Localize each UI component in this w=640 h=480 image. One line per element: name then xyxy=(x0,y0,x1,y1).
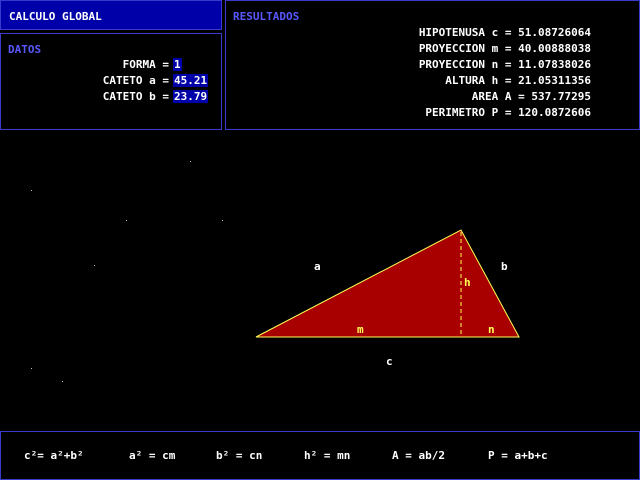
formulas-panel: c²= a²+b² a² = cm b² = cn h² = mn A = ab… xyxy=(0,431,640,480)
formula-b-squared: b² = cn xyxy=(216,449,263,462)
side-b-label: b xyxy=(501,260,508,273)
triangle-shape xyxy=(255,229,520,338)
formula-a-squared: a² = cm xyxy=(129,449,176,462)
side-c-label: c xyxy=(386,355,393,368)
proj-m-label: m xyxy=(357,323,364,336)
formula-perimeter: P = a+b+c xyxy=(488,449,548,462)
formula-area: A = ab/2 xyxy=(392,449,445,462)
side-a-label: a xyxy=(314,260,321,273)
formula-h-squared: h² = mn xyxy=(304,449,351,462)
proj-n-label: n xyxy=(488,323,495,336)
height-label: h xyxy=(464,276,471,289)
triangle-diagram: a b c h m n xyxy=(255,229,520,368)
formula-pythagoras: c²= a²+b² xyxy=(24,449,84,462)
